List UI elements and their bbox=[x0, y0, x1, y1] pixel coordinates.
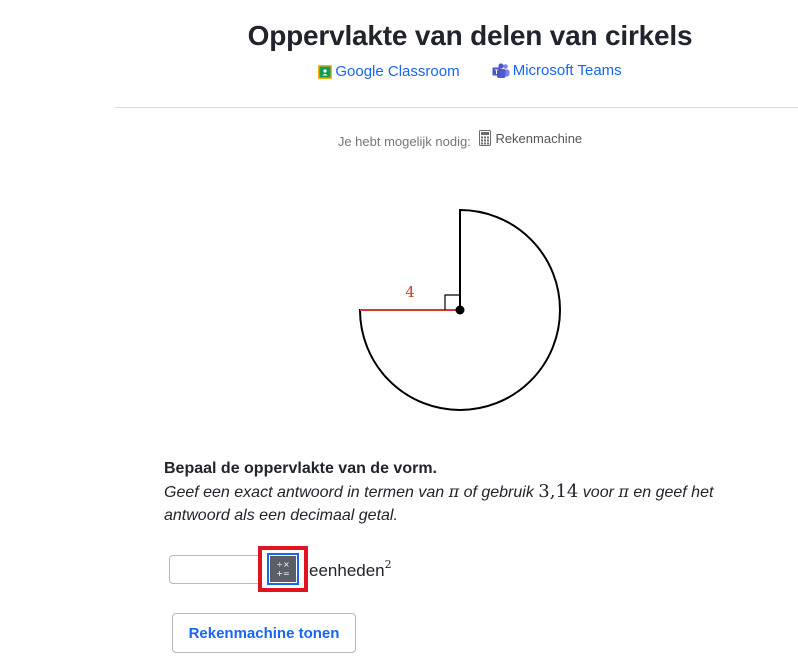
svg-text:T: T bbox=[494, 69, 498, 76]
tools-needed-label: Je hebt mogelijk nodig: bbox=[337, 134, 471, 149]
google-classroom-label: Google Classroom bbox=[335, 63, 460, 80]
center-point bbox=[455, 305, 465, 315]
pi-approx: 3,14 bbox=[538, 481, 579, 502]
question-text: Bepaal de oppervlakte van de vorm. Geef … bbox=[164, 457, 764, 527]
question-prompt: Bepaal de oppervlakte van de vorm. bbox=[164, 460, 437, 477]
highlight-box: ÷× += bbox=[258, 546, 308, 592]
calculator-tool-label: Rekenmachine bbox=[495, 130, 583, 146]
pi-symbol: π bbox=[448, 482, 460, 501]
calculator-tool: Rekenmachine bbox=[474, 130, 582, 146]
math-keypad-button[interactable]: ÷× += bbox=[267, 553, 299, 585]
share-links: Google Classroom T Microsoft Teams bbox=[115, 62, 798, 83]
units-exponent: 2 bbox=[384, 557, 392, 571]
microsoft-teams-link[interactable]: T Microsoft Teams bbox=[492, 62, 622, 79]
answer-row: ÷× += eenheden2 bbox=[169, 546, 392, 592]
calculator-icon bbox=[479, 130, 492, 146]
tools-needed: Je hebt mogelijk nodig: Rekenmachine bbox=[115, 130, 798, 149]
circle-sector-figure: 4 bbox=[340, 200, 580, 425]
microsoft-teams-label: Microsoft Teams bbox=[512, 62, 622, 79]
header-divider bbox=[115, 107, 798, 108]
pi-symbol-2: π bbox=[618, 482, 629, 501]
google-classroom-icon bbox=[318, 64, 333, 79]
math-keypad-icon: ÷× += bbox=[270, 556, 296, 582]
question-instruction: Geef een exact antwoord in termen van π … bbox=[164, 481, 714, 524]
answer-input[interactable] bbox=[169, 554, 259, 584]
units-label: eenheden2 bbox=[309, 557, 392, 580]
radius-label: 4 bbox=[405, 283, 415, 301]
google-classroom-link[interactable]: Google Classroom bbox=[318, 63, 460, 80]
page-title: Oppervlakte van delen van cirkels bbox=[247, 20, 693, 51]
microsoft-teams-icon: T bbox=[492, 62, 510, 79]
exercise-page: Oppervlakte van delen van cirkels Google… bbox=[0, 0, 798, 657]
show-calculator-button[interactable]: Rekenmachine tonen bbox=[172, 613, 356, 653]
